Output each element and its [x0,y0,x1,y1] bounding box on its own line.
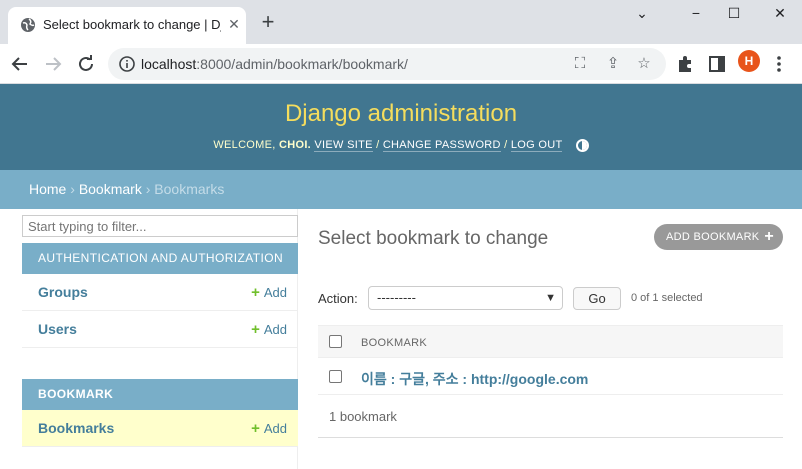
view-site-link[interactable]: VIEW SITE [314,139,373,152]
sidebar-item-label[interactable]: Users [38,321,77,337]
breadcrumb-separator: › [145,181,151,197]
add-bookmark-button[interactable]: ADD BOOKMARK + [654,224,783,250]
window-close-button[interactable]: ✕ [760,2,800,24]
welcome-text: WELCOME, [213,139,276,151]
add-groups-link[interactable]: + Add [251,284,287,301]
plus-icon: + [251,284,260,301]
share-icon[interactable]: ⇪ [603,54,623,74]
separator: / [376,139,380,151]
address-bar[interactable]: localhost:8000/admin/bookmark/bookmark/ … [108,48,666,80]
extensions-icon[interactable] [673,52,697,76]
breadcrumb-current: Bookmarks [154,181,225,197]
go-button[interactable]: Go [573,287,621,310]
breadcrumb-separator: › [70,181,75,197]
reload-icon[interactable] [74,52,98,76]
globe-icon [21,18,35,32]
page-title: Select bookmark to change [318,228,549,249]
close-tab-icon[interactable]: ✕ [226,16,242,32]
window-maximize-button[interactable]: ☐ [714,2,754,24]
minimize-icon[interactable]: ⌄ [622,2,662,24]
plus-icon: + [251,420,260,437]
browser-toolbar: localhost:8000/admin/bookmark/bookmark/ … [0,44,802,84]
table-header: BOOKMARK [318,325,783,358]
separator: / [504,139,508,151]
url-path: :8000/admin/bookmark/bookmark/ [196,56,408,72]
select-all-checkbox[interactable] [329,335,342,348]
nav-sidebar: AUTHENTICATION AND AUTHORIZATION Groups … [21,209,298,469]
url-text: localhost:8000/admin/bookmark/bookmark/ [141,56,408,72]
action-select[interactable]: --------- ▼ [368,286,563,310]
nav-filter-input[interactable] [22,215,298,237]
breadcrumb-home[interactable]: Home [29,181,66,197]
bookmark-link[interactable]: 이름 : 구글, 주소 : http://google.com [361,369,588,389]
add-bookmarks-link[interactable]: + Add [251,420,287,437]
translate-icon[interactable]: ⛶ [570,54,590,74]
site-info-icon[interactable] [118,55,136,73]
browser-tab[interactable]: Select bookmark to change | Django ✕ [8,7,246,44]
sidebar-item-bookmarks: Bookmarks + Add [22,410,298,447]
sidebar-item-label[interactable]: Groups [38,284,88,300]
chevron-down-icon: ▼ [545,292,556,304]
plus-icon: + [251,321,260,338]
site-header: Django administration WELCOME, CHOI. VIE… [0,84,802,170]
module-caption-bookmark[interactable]: BOOKMARK [22,379,298,410]
plus-icon: + [764,228,774,245]
log-out-link[interactable]: LOG OUT [510,139,563,152]
username: CHOI. [278,139,312,151]
window-minimize-button[interactable]: − [676,2,716,24]
action-label: Action: [318,291,358,306]
site-brand[interactable]: Django administration [0,100,802,128]
action-select-value: --------- [377,290,416,305]
breadcrumb-app[interactable]: Bookmark [79,181,142,197]
url-host: localhost [141,56,197,72]
browser-tabstrip: Select bookmark to change | Django ✕ + ⌄… [0,0,802,44]
forward-arrow-icon[interactable] [41,52,65,76]
sidebar-item-groups: Groups + Add [22,274,298,311]
theme-toggle-icon[interactable] [575,138,589,152]
site-brand-text[interactable]: Django administration [285,100,517,127]
new-tab-button[interactable]: + [258,11,278,33]
column-header-bookmark[interactable]: BOOKMARK [361,337,427,349]
add-label: Add [263,421,287,436]
table-row: 이름 : 구글, 주소 : http://google.com [318,358,783,395]
module-caption-auth[interactable]: AUTHENTICATION AND AUTHORIZATION [22,243,298,274]
profile-avatar[interactable]: H [738,50,760,72]
paginator: 1 bookmark [318,395,783,438]
back-arrow-icon[interactable] [8,52,32,76]
row-checkbox[interactable] [329,370,342,383]
add-label: Add [263,285,287,300]
sidebar-item-label[interactable]: Bookmarks [38,420,114,436]
add-users-link[interactable]: + Add [251,321,287,338]
more-menu-icon[interactable] [767,52,791,76]
tab-title: Select bookmark to change | Django [43,17,221,32]
breadcrumb: Home › Bookmark › Bookmarks [0,170,802,209]
user-tools: WELCOME, CHOI. VIEW SITE / CHANGE PASSWO… [0,137,802,153]
add-label: Add [263,322,287,337]
change-password-link[interactable]: CHANGE PASSWORD [382,139,501,152]
side-panel-icon[interactable] [705,52,729,76]
selected-count: 0 of 1 selected [631,292,703,304]
sidebar-item-users: Users + Add [22,311,298,348]
bookmark-star-icon[interactable]: ☆ [634,54,654,74]
add-bookmark-label: ADD BOOKMARK [666,231,760,243]
